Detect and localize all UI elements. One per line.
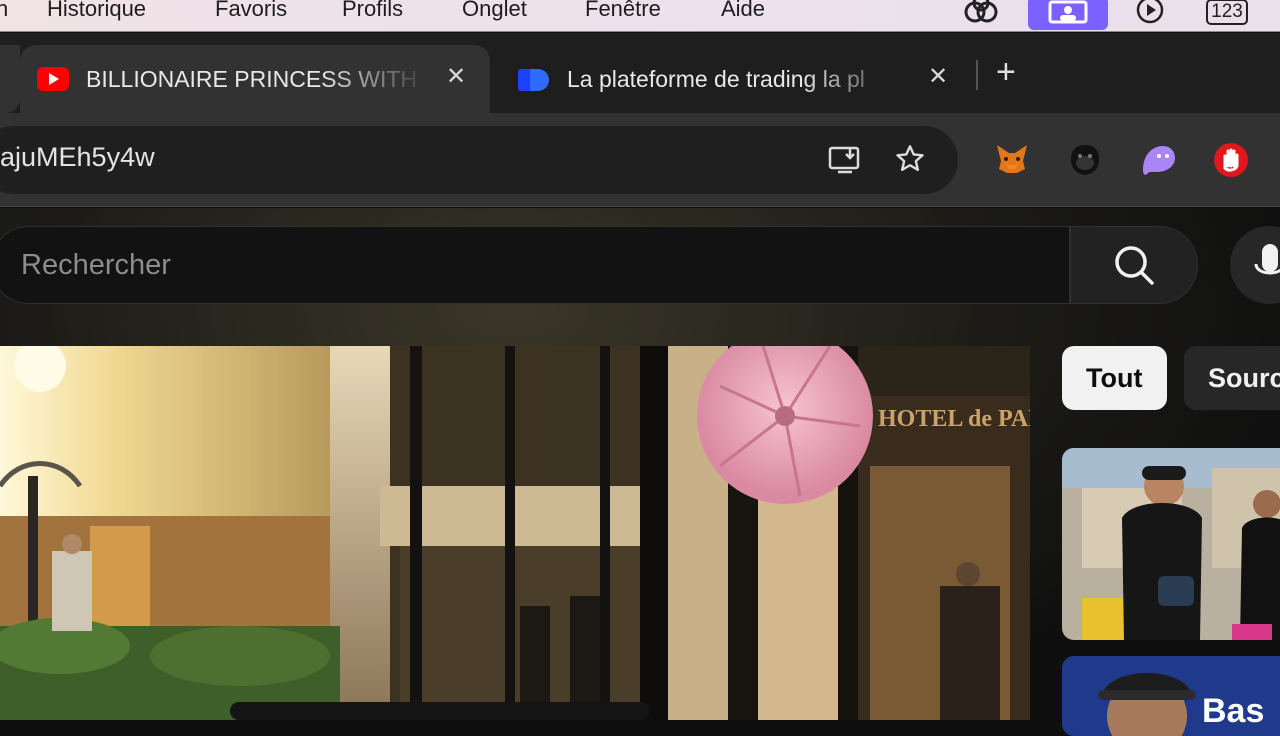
- search-button[interactable]: [1070, 226, 1198, 304]
- search-icon: [1115, 246, 1154, 285]
- search-input[interactable]: Rechercher: [0, 226, 1070, 304]
- browser-toolbar: ajuMEh5y4w: [0, 113, 1280, 207]
- tab-title-fade: [320, 59, 430, 99]
- thumbnail-image: Bas: [1062, 656, 1280, 736]
- menu-item-favoris[interactable]: Favoris: [215, 0, 287, 22]
- address-bar[interactable]: ajuMEh5y4w: [0, 126, 958, 194]
- menu-item-truncated[interactable]: n: [0, 0, 8, 22]
- trading-platform-icon: [518, 67, 552, 98]
- chip-label: Source: [1208, 362, 1280, 393]
- keyboard-123-icon[interactable]: 123: [1205, 0, 1249, 26]
- tab-youtube[interactable]: BILLIONAIRE PRINCESS WITH ✕: [20, 45, 490, 113]
- youtube-icon: [37, 67, 69, 96]
- screen-share-icon[interactable]: [1028, 0, 1108, 30]
- install-app-icon[interactable]: [826, 141, 866, 181]
- gorilla-extension-icon[interactable]: [1066, 141, 1104, 179]
- menu-item-profils[interactable]: Profils: [342, 0, 403, 22]
- doorman-figure: [52, 551, 92, 631]
- menu-item-onglet[interactable]: Onglet: [462, 0, 527, 22]
- video-player[interactable]: HOTEL de PARIS: [0, 346, 1030, 720]
- new-tab-plus-icon[interactable]: +: [996, 53, 1016, 92]
- ghost-extension-icon[interactable]: [1138, 141, 1178, 179]
- browser-tab-strip: BILLIONAIRE PRINCESS WITH ✕ La plateform…: [0, 33, 1280, 113]
- chip-label: Tout: [1086, 362, 1143, 393]
- menu-item-historique[interactable]: Historique: [47, 0, 146, 22]
- input-badge: 123: [1206, 0, 1248, 25]
- video-frame: HOTEL de PARIS: [0, 346, 1030, 720]
- url-text: ajuMEh5y4w: [0, 142, 155, 172]
- voice-search-button[interactable]: [1230, 226, 1280, 304]
- tab-title-fade: [800, 59, 910, 99]
- close-tab-icon[interactable]: ✕: [446, 62, 466, 91]
- tab-trading[interactable]: La plateforme de trading la pl ✕: [500, 45, 970, 113]
- recommended-video-thumbnail[interactable]: Bas: [1062, 656, 1280, 736]
- thumbnail-text: Bas: [1202, 692, 1264, 730]
- tab-separator: [976, 60, 978, 90]
- macos-menu-bar: n Historique Favoris Profils Onglet Fenê…: [0, 0, 1280, 32]
- search-placeholder: Rechercher: [21, 249, 171, 281]
- chip-source[interactable]: Source: [1184, 346, 1280, 410]
- microphone-icon: [1254, 244, 1280, 275]
- menu-item-aide[interactable]: Aide: [721, 0, 765, 22]
- stop-hand-icon[interactable]: [1212, 141, 1250, 179]
- chip-tout[interactable]: Tout: [1062, 346, 1167, 410]
- play-circle-icon[interactable]: [1134, 0, 1166, 26]
- car-roof: [230, 702, 650, 720]
- thumbnail-image: [1062, 448, 1280, 640]
- bookmark-star-icon[interactable]: [892, 141, 928, 177]
- previous-tab-edge: [0, 45, 20, 113]
- recommended-video-thumbnail[interactable]: [1062, 448, 1280, 640]
- close-tab-icon[interactable]: ✕: [928, 62, 948, 91]
- metamask-fox-icon[interactable]: [994, 141, 1030, 177]
- youtube-page: Rechercher HOTEL de PA Tout Sourc Bas: [0, 208, 1280, 736]
- hotel-sign-text: HOTEL de PARIS: [878, 406, 1030, 432]
- creative-cloud-icon[interactable]: [962, 0, 1000, 26]
- menu-item-fenetre[interactable]: Fenêtre: [585, 0, 661, 22]
